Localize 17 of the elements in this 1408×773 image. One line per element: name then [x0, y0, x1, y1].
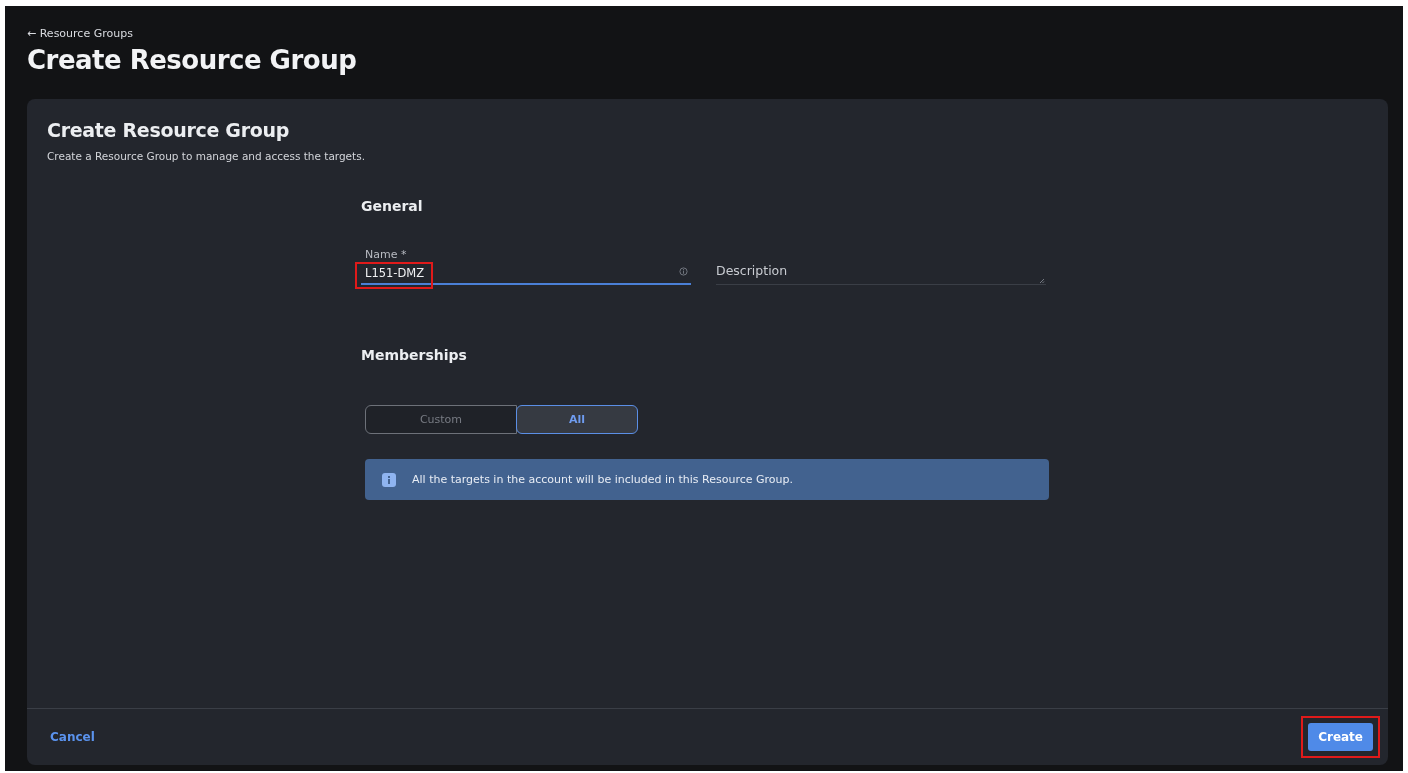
card-title: Create Resource Group	[47, 119, 290, 141]
card-subtitle: Create a Resource Group to manage and access the targets.	[47, 150, 366, 162]
info-icon	[679, 267, 688, 276]
cancel-link[interactable]: Cancel	[50, 730, 95, 744]
field-label: Name *	[365, 248, 407, 261]
name-field[interactable]: L151-DMZ	[361, 261, 691, 285]
info-icon	[382, 472, 396, 487]
segment-button[interactable]: All	[516, 405, 638, 434]
segment-button[interactable]: Custom	[365, 405, 517, 434]
section-heading: General	[361, 198, 424, 214]
back-link[interactable]: ← Resource Groups	[27, 27, 133, 40]
create-button[interactable]: Create	[1308, 723, 1373, 751]
page-title: Create Resource Group	[27, 45, 358, 75]
section-heading: Memberships	[361, 347, 468, 363]
info-text: All the targets in the account will be included in this Resource Group.	[412, 473, 793, 486]
description-field[interactable]: Description	[716, 261, 1046, 285]
resize-grip-icon	[1039, 278, 1045, 284]
